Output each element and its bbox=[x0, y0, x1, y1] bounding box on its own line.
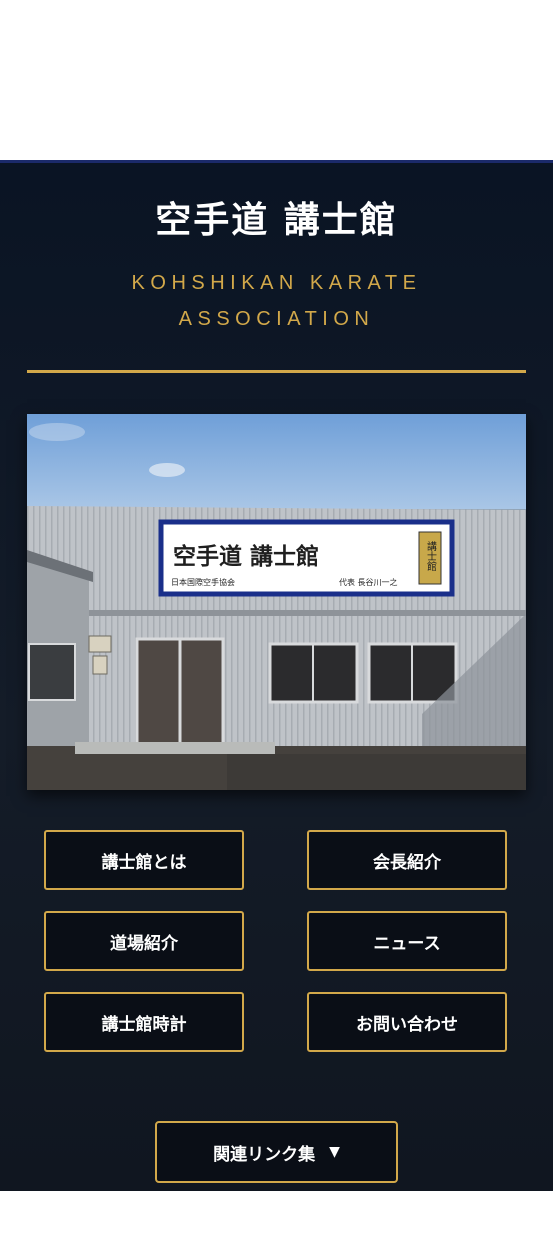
sign-representative: 代表 長谷川一之 bbox=[339, 577, 398, 587]
sign-logo: 講士館 bbox=[425, 540, 437, 572]
nav-contact-button[interactable]: お問い合わせ bbox=[307, 992, 507, 1052]
page-title: 空手道 講士館 bbox=[155, 200, 398, 241]
nav-dojo-button[interactable]: 道場紹介 bbox=[44, 911, 244, 971]
subtitle-line2: ASSOCIATION bbox=[178, 308, 375, 330]
nav-news-button[interactable]: ニュース bbox=[307, 911, 507, 971]
nav-about-button[interactable]: 講士館とは bbox=[44, 830, 244, 890]
nav-clock-button[interactable]: 講士館時計 bbox=[44, 992, 244, 1052]
nav-president-button[interactable]: 会長紹介 bbox=[307, 830, 507, 890]
related-links-label: 関連リンク集 bbox=[213, 1144, 316, 1165]
sign-title: 空手道 講士館 bbox=[173, 543, 319, 570]
dojo-building-photo: 空手道 講士館 日本国際空手協会 代表 長谷川一之 講士館 bbox=[27, 414, 526, 790]
gold-divider bbox=[27, 370, 526, 373]
subtitle-line1: KOHSHIKAN KARATE bbox=[131, 272, 422, 294]
caret-down-icon: ▼ bbox=[329, 1144, 340, 1160]
sign-org: 日本国際空手協会 bbox=[171, 577, 235, 587]
hero-panel: 空手道 講士館 KOHSHIKAN KARATE ASSOCIATION 空手道… bbox=[0, 160, 553, 1191]
related-links-button[interactable]: 関連リンク集 ▼ bbox=[155, 1121, 398, 1183]
